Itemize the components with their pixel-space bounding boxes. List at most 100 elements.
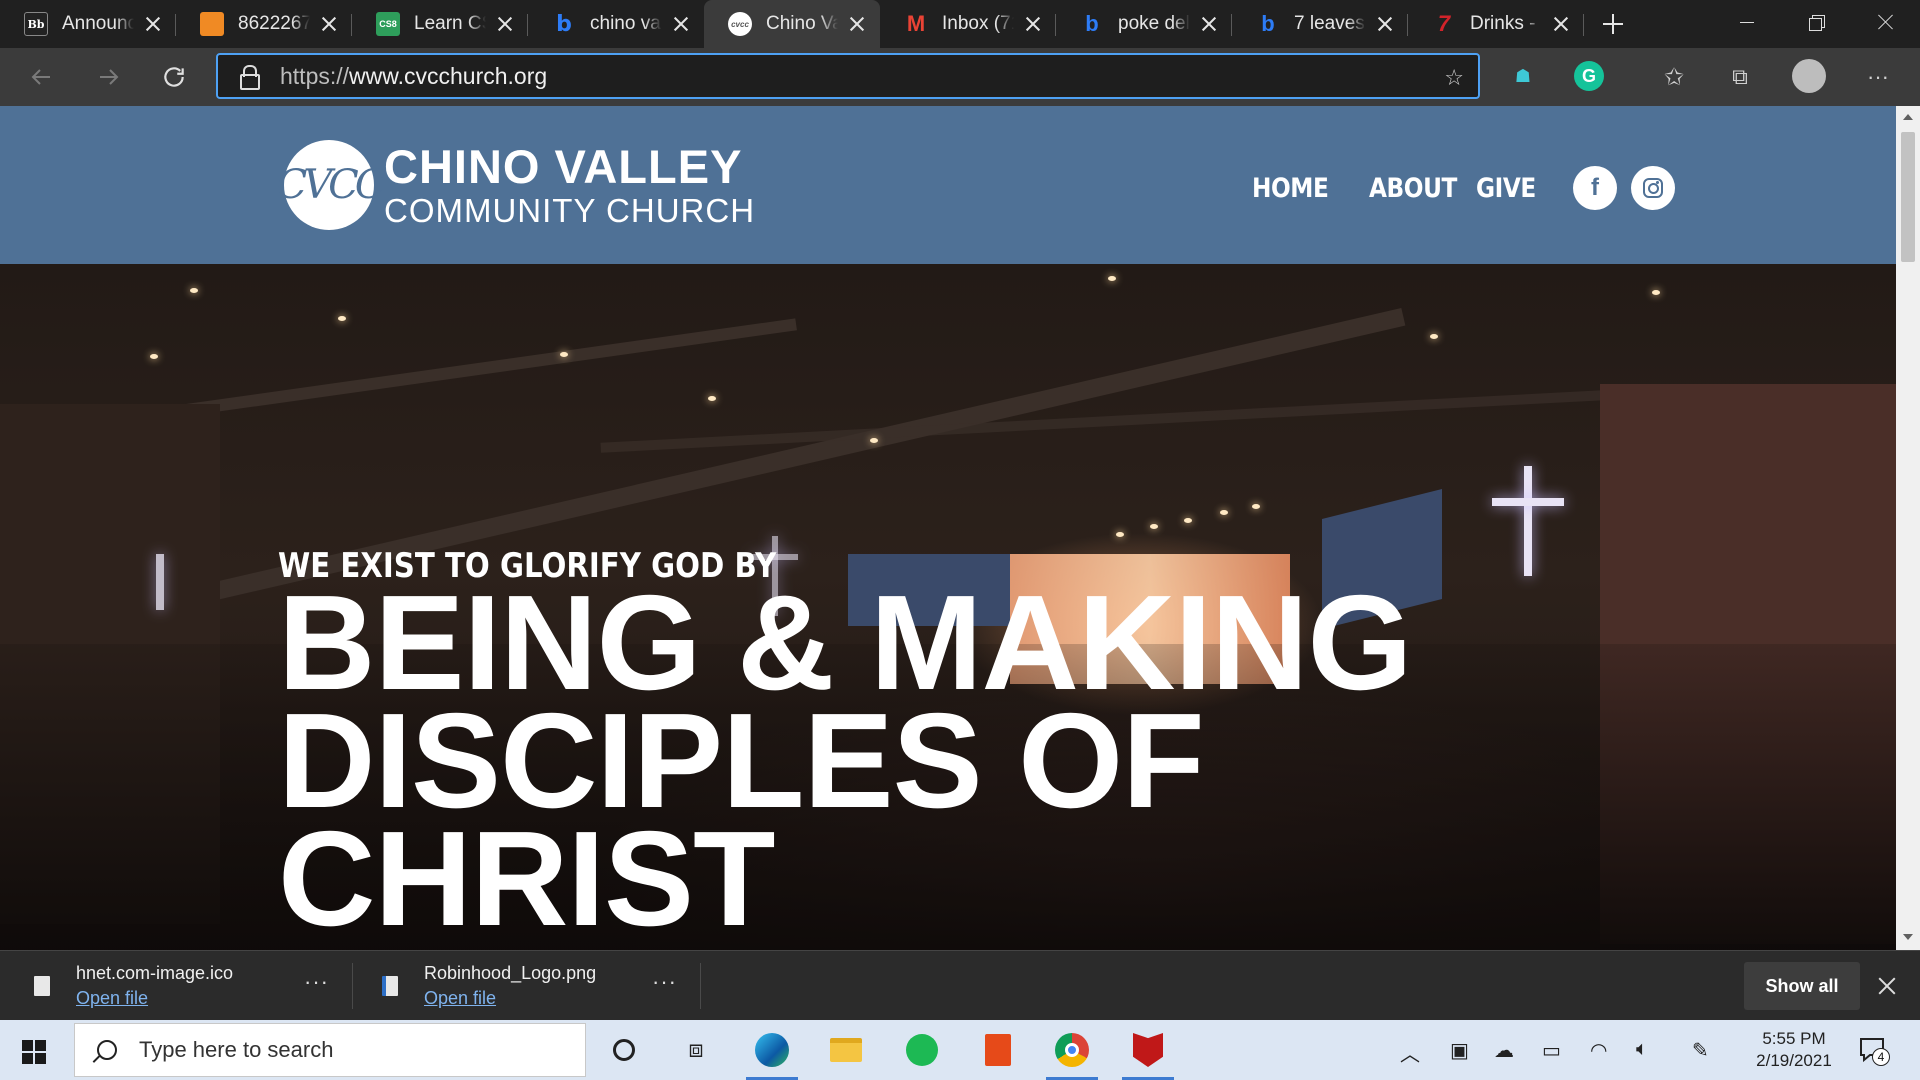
windows-taskbar: Type here to search ⧈ ︿ ▣ ☁ ▭ ◠ 🔈︎ ✎ 5:5… [0,1020,1920,1080]
tab-chino-valley-search[interactable]: b chino valley [528,0,704,48]
open-file-link[interactable]: Open file [76,988,233,1009]
site-logo[interactable]: CVCC CHINO VALLEY COMMUNITY CHURCH [277,140,755,230]
image-file-icon [382,976,398,996]
close-tab-icon[interactable] [846,13,868,35]
file-explorer-icon[interactable] [826,1030,866,1070]
download-options-icon[interactable]: ··· [652,969,677,995]
forward-button[interactable] [88,57,128,97]
show-hidden-icons-chevron[interactable]: ︿ [1400,1038,1420,1067]
office-icon[interactable] [978,1030,1018,1070]
tab-poke-deli[interactable]: b poke deli [1056,0,1232,48]
tab-learn-cs8[interactable]: CS8 Learn CS8 [352,0,528,48]
scrollbar-thumb[interactable] [1901,132,1915,262]
tab-title: Announcements [62,13,134,34]
download-filename: hnet.com-image.ico [76,963,234,983]
clock-time: 5:55 PM [1762,1029,1826,1048]
close-tab-icon[interactable] [1198,13,1220,35]
address-bar[interactable]: https://www.cvcchurch.org ☆ [216,53,1480,99]
grammarly-icon[interactable]: G [1574,61,1604,91]
onedrive-icon[interactable]: ☁ [1494,1038,1514,1063]
download-item[interactable]: hnet.com-image.ico Open file [34,951,233,1021]
ceiling-light [870,438,878,443]
ceiling-light [190,288,198,293]
nav-home-link[interactable]: HOME [1252,173,1341,204]
tab-86222672[interactable]: 86222672 [176,0,352,48]
taskbar-search-box[interactable]: Type here to search [74,1023,586,1077]
ceiling-light [1430,334,1438,339]
meet-now-icon[interactable]: ▣ [1450,1038,1469,1063]
tab-drinks[interactable]: 7 Drinks - 7 [1408,0,1584,48]
box-icon [200,12,224,36]
lock-icon [240,65,260,90]
tab-chino-valley-active[interactable]: cvcc Chino Valley [704,0,880,48]
system-clock[interactable]: 5:55 PM 2/19/2021 [1744,1028,1844,1072]
add-favorite-icon[interactable]: ☆ [1444,65,1464,91]
logo-text: CHINO VALLEY COMMUNITY CHURCH [384,143,755,227]
extension-owl-icon[interactable]: ☗ [1508,61,1538,91]
task-view-icon[interactable]: ⧈ [676,1030,716,1070]
close-tab-icon[interactable] [670,13,692,35]
close-tab-icon[interactable] [1022,13,1044,35]
new-tab-button[interactable] [1584,0,1640,48]
close-download-bar-icon[interactable] [1876,975,1898,997]
restore-button[interactable] [1782,0,1852,48]
cortana-icon[interactable] [604,1030,644,1070]
nav-about-link[interactable]: ABOUT [1369,173,1457,204]
logo-line-2: COMMUNITY CHURCH [384,192,756,229]
open-file-link[interactable]: Open file [424,988,596,1009]
tab-7-leaves[interactable]: b 7 leaves [1232,0,1408,48]
scroll-down-arrow[interactable] [1903,934,1913,940]
seven-leaves-icon: 7 [1437,11,1451,36]
hero-title: BEING & MAKING DISCIPLES OF CHRIST [278,567,1413,950]
tab-announcements[interactable]: Bb Announcements [0,0,176,48]
wifi-icon[interactable]: ◠ [1590,1038,1607,1063]
profile-avatar[interactable] [1792,59,1826,93]
close-tab-icon[interactable] [1374,13,1396,35]
page-scrollbar[interactable] [1896,106,1920,950]
collections-icon[interactable]: ⧉ [1720,57,1760,97]
cvcc-logo-mark: CVCC [277,140,385,230]
tab-inbox[interactable]: M Inbox (71 [880,0,1056,48]
edge-browser-icon[interactable] [746,1030,798,1080]
nav-give-link[interactable]: GIVE [1476,173,1536,204]
windows-start-icon[interactable] [22,1040,46,1064]
favorites-icon[interactable]: ✩ [1654,57,1694,97]
close-tab-icon[interactable] [142,13,164,35]
instagram-icon[interactable] [1631,166,1675,210]
spotify-icon[interactable] [902,1030,942,1070]
download-options-icon[interactable]: ··· [304,969,329,995]
cross-horizontal [1492,498,1564,506]
mcafee-icon[interactable] [1122,1030,1174,1080]
wall-light [156,554,164,610]
hero-section: WE EXIST TO GLORIFY GOD BY BEING & MAKIN… [0,264,1896,950]
close-tab-icon[interactable] [318,13,340,35]
search-icon [97,1040,117,1060]
action-center-icon[interactable]: 4 [1858,1034,1890,1066]
site-header: CVCC CHINO VALLEY COMMUNITY CHURCH HOME … [0,106,1896,264]
close-window-button[interactable] [1850,0,1920,48]
refresh-button[interactable] [154,57,194,97]
tab-title: Chino Valley [766,13,838,34]
download-item[interactable]: Robinhood_Logo.png Open file [382,951,596,1021]
volume-icon[interactable]: 🔈︎ [1636,1038,1648,1061]
notification-count-badge: 4 [1872,1048,1890,1066]
facebook-icon[interactable]: f [1573,166,1617,210]
file-icon [34,976,50,996]
chrome-icon[interactable] [1046,1030,1098,1080]
tab-title: 86222672 [238,13,310,34]
main-nav: HOME ABOUT GIVE f [1252,166,1675,210]
settings-more-icon[interactable]: ··· [1858,57,1898,97]
scroll-up-arrow[interactable] [1903,114,1913,120]
url-text[interactable]: https://www.cvcchurch.org [280,63,547,90]
close-tab-icon[interactable] [1550,13,1572,35]
close-tab-icon[interactable] [494,13,516,35]
pen-icon[interactable]: ✎ [1692,1038,1709,1063]
battery-icon[interactable]: ▭ [1542,1038,1561,1063]
stage-light [1150,524,1158,529]
tab-title: Drinks - 7 [1470,13,1542,34]
blackboard-icon: Bb [24,12,48,36]
minimize-button[interactable] [1712,0,1782,48]
back-button[interactable] [22,57,62,97]
show-all-button[interactable]: Show all [1744,962,1860,1010]
bing-icon: b [1085,11,1099,36]
